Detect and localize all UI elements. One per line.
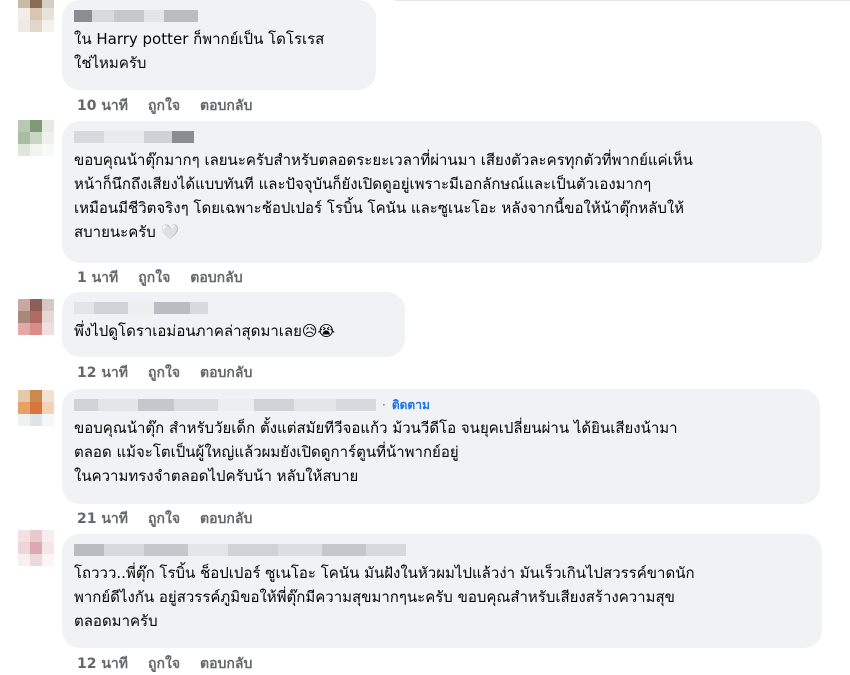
avatar-pixel (30, 402, 42, 414)
author-name[interactable] (74, 542, 810, 558)
avatar-pixel (42, 554, 54, 566)
avatar-pixel (42, 20, 54, 32)
avatar-pixel (30, 311, 42, 323)
avatar-pixel (42, 542, 54, 554)
avatar-pixel (42, 323, 54, 335)
timestamp[interactable]: 1 นาที (77, 267, 118, 289)
comment-actions: 1 นาที ถูกใจ ตอบกลับ (77, 267, 243, 289)
comment-text: ใน Harry potter ก็พากย์เป็น โดโรเรส ใช่ไ… (74, 30, 325, 72)
avatar-pixel (42, 414, 54, 426)
author-name[interactable] (74, 8, 364, 24)
reply-button[interactable]: ตอบกลับ (200, 362, 252, 384)
blurred-author-name (74, 399, 376, 411)
comment-bubble: โถววว..พี่ตุ๊ก โรบิ้น ช็อปเปอร์ ซูเนโอะ … (62, 534, 822, 648)
author-name[interactable]: · ติดตาม (74, 397, 808, 413)
avatar-pixel (30, 20, 42, 32)
comment-actions: 12 นาที ถูกใจ ตอบกลับ (77, 653, 252, 675)
avatar-pixel (18, 554, 30, 566)
avatar-pixel (42, 530, 54, 542)
avatar-pixel (30, 299, 42, 311)
avatar-pixel (18, 132, 30, 144)
avatar-pixel (42, 120, 54, 132)
avatar-pixel (42, 402, 54, 414)
top-divider (395, 0, 850, 1)
avatar-pixel (18, 402, 30, 414)
comment-text: พึ่งไปดูโดราเอม่อนภาคล่าสุดมาเลย😥😭 (74, 322, 336, 340)
avatar[interactable] (18, 0, 54, 32)
like-button[interactable]: ถูกใจ (148, 362, 180, 384)
follow-button[interactable]: ติดตาม (392, 396, 430, 415)
comment-actions: 21 นาที ถูกใจ ตอบกลับ (77, 508, 252, 530)
avatar-pixel (42, 299, 54, 311)
comment-bubble: · ติดตาม ขอบคุณน้าตุ๊ก สำหรับวัยเด็ก ตั้… (62, 389, 820, 504)
reply-button[interactable]: ตอบกลับ (200, 653, 252, 675)
blurred-author-name (74, 10, 198, 22)
avatar-pixel (42, 311, 54, 323)
avatar-pixel (18, 323, 30, 335)
avatar-pixel (30, 414, 42, 426)
avatar-pixel (30, 554, 42, 566)
avatar-pixel (18, 530, 30, 542)
avatar-pixel (42, 390, 54, 402)
avatar-pixel (18, 311, 30, 323)
timestamp[interactable]: 21 นาที (77, 508, 128, 530)
blurred-author-name (74, 131, 194, 143)
avatar[interactable] (18, 120, 54, 156)
avatar-pixel (42, 8, 54, 20)
avatar-pixel (30, 132, 42, 144)
avatar-pixel (18, 542, 30, 554)
comment-text: ขอบคุณน้าตุ๊กมากๆ เลยนะครับสำหรับตลอดระย… (74, 151, 693, 241)
avatar-pixel (30, 144, 42, 156)
avatar-pixel (42, 0, 54, 8)
avatar-pixel (30, 8, 42, 20)
reply-button[interactable]: ตอบกลับ (200, 508, 252, 530)
blurred-author-name (74, 544, 406, 556)
avatar-pixel (18, 120, 30, 132)
timestamp[interactable]: 12 นาที (77, 362, 128, 384)
avatar-pixel (18, 0, 30, 8)
avatar-pixel (18, 390, 30, 402)
avatar-pixel (42, 144, 54, 156)
avatar[interactable] (18, 390, 54, 426)
blurred-author-name (74, 302, 208, 314)
avatar-pixel (18, 414, 30, 426)
author-name[interactable] (74, 129, 810, 145)
avatar-pixel (42, 132, 54, 144)
comment-text: โถววว..พี่ตุ๊ก โรบิ้น ช็อปเปอร์ ซูเนโอะ … (74, 564, 695, 630)
avatar[interactable] (18, 530, 54, 566)
comment-bubble: ขอบคุณน้าตุ๊กมากๆ เลยนะครับสำหรับตลอดระย… (62, 121, 822, 263)
avatar[interactable] (18, 299, 54, 335)
avatar-pixel (18, 144, 30, 156)
avatar-pixel (30, 323, 42, 335)
like-button[interactable]: ถูกใจ (138, 267, 170, 289)
reply-button[interactable]: ตอบกลับ (190, 267, 242, 289)
avatar-pixel (30, 390, 42, 402)
comment-actions: 10 นาที ถูกใจ ตอบกลับ (77, 95, 252, 117)
comment-text: ขอบคุณน้าตุ๊ก สำหรับวัยเด็ก ตั้งแต่สมัยท… (74, 419, 678, 485)
avatar-pixel (18, 8, 30, 20)
avatar-pixel (30, 120, 42, 132)
avatar-pixel (18, 299, 30, 311)
reply-button[interactable]: ตอบกลับ (200, 95, 252, 117)
comment-bubble: ใน Harry potter ก็พากย์เป็น โดโรเรส ใช่ไ… (62, 0, 376, 90)
timestamp[interactable]: 10 นาที (77, 95, 128, 117)
author-name[interactable] (74, 300, 393, 316)
timestamp[interactable]: 12 นาที (77, 653, 128, 675)
like-button[interactable]: ถูกใจ (148, 508, 180, 530)
comment-bubble: พึ่งไปดูโดราเอม่อนภาคล่าสุดมาเลย😥😭 (62, 292, 405, 357)
like-button[interactable]: ถูกใจ (148, 653, 180, 675)
comment-actions: 12 นาที ถูกใจ ตอบกลับ (77, 362, 252, 384)
avatar-pixel (30, 530, 42, 542)
avatar-pixel (30, 542, 42, 554)
like-button[interactable]: ถูกใจ (148, 95, 180, 117)
separator-dot: · (382, 398, 386, 412)
avatar-pixel (18, 20, 30, 32)
avatar-pixel (30, 0, 42, 8)
